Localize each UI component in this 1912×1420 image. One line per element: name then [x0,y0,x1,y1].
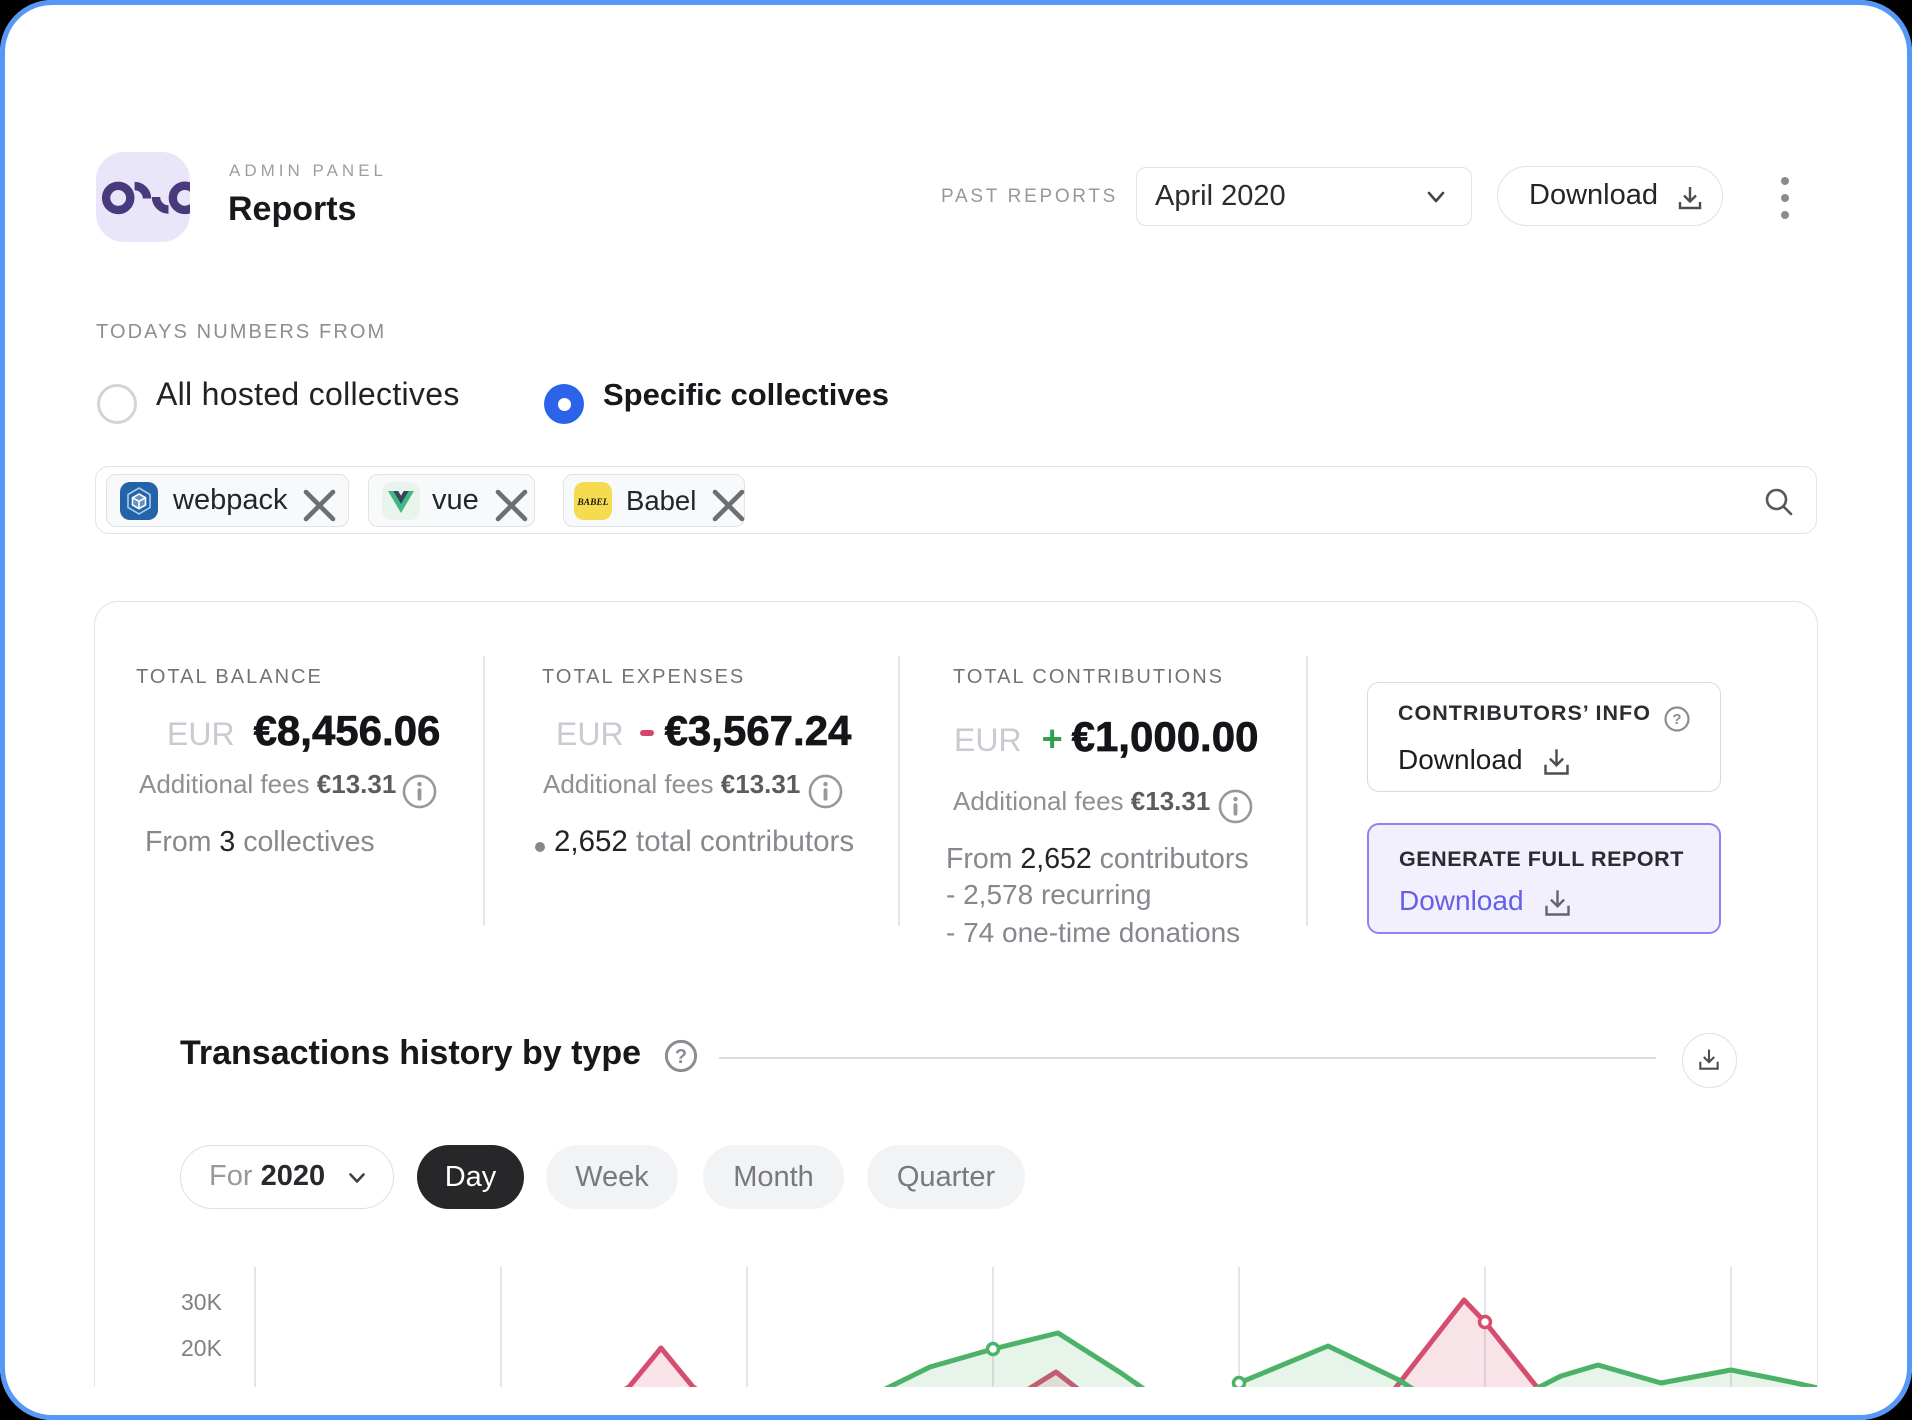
svg-text:?: ? [1672,711,1681,728]
svg-text:BABEL: BABEL [576,498,608,508]
svg-text:?: ? [675,1046,687,1068]
svg-text:20K: 20K [181,1335,223,1361]
svg-text:30K: 30K [181,1289,223,1315]
